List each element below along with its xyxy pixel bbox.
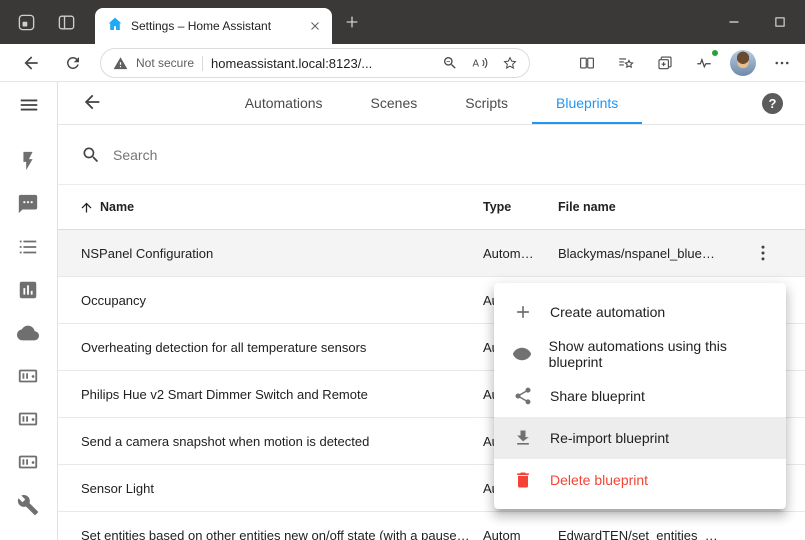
tab-blueprints[interactable]: Blueprints xyxy=(532,82,642,124)
svg-text:A: A xyxy=(473,58,480,69)
split-screen-icon[interactable] xyxy=(574,50,600,76)
sidebar-item-server-2[interactable] xyxy=(16,407,40,431)
browser-back-icon[interactable] xyxy=(19,51,43,75)
context-menu: Create automation Show automations using… xyxy=(494,283,786,509)
table-header: Name Type File name xyxy=(58,185,805,230)
menu-item-label: Delete blueprint xyxy=(550,472,648,488)
sidebar-item-server-1[interactable] xyxy=(16,364,40,388)
ha-back-icon[interactable] xyxy=(80,91,104,115)
search-row xyxy=(58,125,805,185)
tab-title: Settings – Home Assistant xyxy=(131,19,298,33)
sort-ascending-icon[interactable] xyxy=(79,200,94,215)
plus-icon xyxy=(512,301,534,323)
tab-scenes[interactable]: Scenes xyxy=(347,82,442,124)
row-name: Occupancy xyxy=(58,293,483,308)
row-name: NSPanel Configuration xyxy=(58,246,483,261)
browser-menu-icon[interactable] xyxy=(769,50,795,76)
row-name: Philips Hue v2 Smart Dimmer Switch and R… xyxy=(58,387,483,402)
workspaces-icon[interactable] xyxy=(14,10,38,34)
address-bar[interactable]: Not secure homeassistant.local:8123/... … xyxy=(100,48,530,78)
column-type[interactable]: Type xyxy=(483,200,558,214)
download-icon xyxy=(512,427,534,449)
trash-icon xyxy=(512,469,534,491)
row-name: Set entities based on other entities new… xyxy=(58,528,483,540)
menu-item-label: Show automations using this blueprint xyxy=(549,338,770,370)
ha-tabs: Automations Scenes Scripts Blueprints xyxy=(221,82,643,124)
search-icon xyxy=(81,145,101,165)
divider xyxy=(202,56,203,71)
profile-avatar[interactable] xyxy=(730,50,756,76)
menu-item-create-automation[interactable]: Create automation xyxy=(494,291,786,333)
sidebar-item-history[interactable] xyxy=(16,278,40,302)
favorites-hub-icon[interactable] xyxy=(613,50,639,76)
column-file-name[interactable]: File name xyxy=(558,200,721,214)
help-icon[interactable]: ? xyxy=(762,93,783,114)
sidebar-item-assist[interactable] xyxy=(16,192,40,216)
sidebar-item-server-3[interactable] xyxy=(16,450,40,474)
home-assistant-favicon xyxy=(107,16,123,37)
menu-item-show-automations[interactable]: Show automations using this blueprint xyxy=(494,333,786,375)
sidebar-item-cloud[interactable] xyxy=(16,321,40,345)
row-overflow-menu-icon[interactable] xyxy=(745,235,781,271)
share-icon xyxy=(512,385,534,407)
sidebar-item-logbook[interactable] xyxy=(16,235,40,259)
hamburger-menu-icon[interactable] xyxy=(17,94,41,118)
sidebar-item-settings[interactable] xyxy=(16,493,40,517)
ha-sidebar xyxy=(0,82,58,540)
browser-window: Settings – Home Assistant xyxy=(0,0,805,540)
tab-scripts[interactable]: Scripts xyxy=(441,82,532,124)
table-row[interactable]: NSPanel Configuration Autom… Blackymas/n… xyxy=(58,230,805,277)
minimize-icon[interactable] xyxy=(711,0,757,44)
browser-titlebar: Settings – Home Assistant xyxy=(0,0,805,44)
window-controls xyxy=(711,0,803,44)
column-name[interactable]: Name xyxy=(100,200,134,214)
row-file: EdwardTEN/set_entities_bas… xyxy=(558,528,721,540)
row-name: Sensor Light xyxy=(58,481,483,496)
menu-item-label: Share blueprint xyxy=(550,388,645,404)
eye-icon xyxy=(512,343,533,365)
row-type: Autom xyxy=(483,528,558,540)
tab-automations[interactable]: Automations xyxy=(221,82,347,124)
url-text: homeassistant.local:8123/... xyxy=(211,56,431,71)
search-input[interactable] xyxy=(113,147,781,163)
maximize-icon[interactable] xyxy=(757,0,803,44)
collections-icon[interactable] xyxy=(652,50,678,76)
zoom-icon[interactable] xyxy=(439,52,461,74)
menu-item-share-blueprint[interactable]: Share blueprint xyxy=(494,375,786,417)
status-badge xyxy=(710,48,720,58)
new-tab-icon[interactable] xyxy=(341,11,363,33)
row-name: Send a camera snapshot when motion is de… xyxy=(58,434,483,449)
ha-appbar: Automations Scenes Scripts Blueprints ? xyxy=(58,82,805,125)
tab-actions-icon[interactable] xyxy=(54,10,78,34)
read-aloud-icon[interactable]: A xyxy=(469,52,491,74)
not-secure-icon xyxy=(113,56,128,71)
favorite-star-icon[interactable] xyxy=(499,52,521,74)
row-type: Autom… xyxy=(483,246,558,261)
browser-toolbar: Not secure homeassistant.local:8123/... … xyxy=(0,44,805,82)
security-label: Not secure xyxy=(136,56,194,70)
toolbar-right-icons xyxy=(574,47,795,79)
menu-item-label: Create automation xyxy=(550,304,665,320)
row-name: Overheating detection for all temperatur… xyxy=(58,340,483,355)
row-file: Blackymas/nspanel_blueprin… xyxy=(558,246,721,261)
browser-essentials-icon[interactable] xyxy=(691,50,717,76)
tab-close-icon[interactable] xyxy=(306,17,324,35)
sidebar-item-energy[interactable] xyxy=(16,149,40,173)
browser-tab[interactable]: Settings – Home Assistant xyxy=(95,8,332,44)
menu-item-reimport-blueprint[interactable]: Re-import blueprint xyxy=(494,417,786,459)
menu-item-label: Re-import blueprint xyxy=(550,430,669,446)
menu-item-delete-blueprint[interactable]: Delete blueprint xyxy=(494,459,786,501)
table-row[interactable]: Set entities based on other entities new… xyxy=(58,512,805,540)
refresh-icon[interactable] xyxy=(61,51,85,75)
